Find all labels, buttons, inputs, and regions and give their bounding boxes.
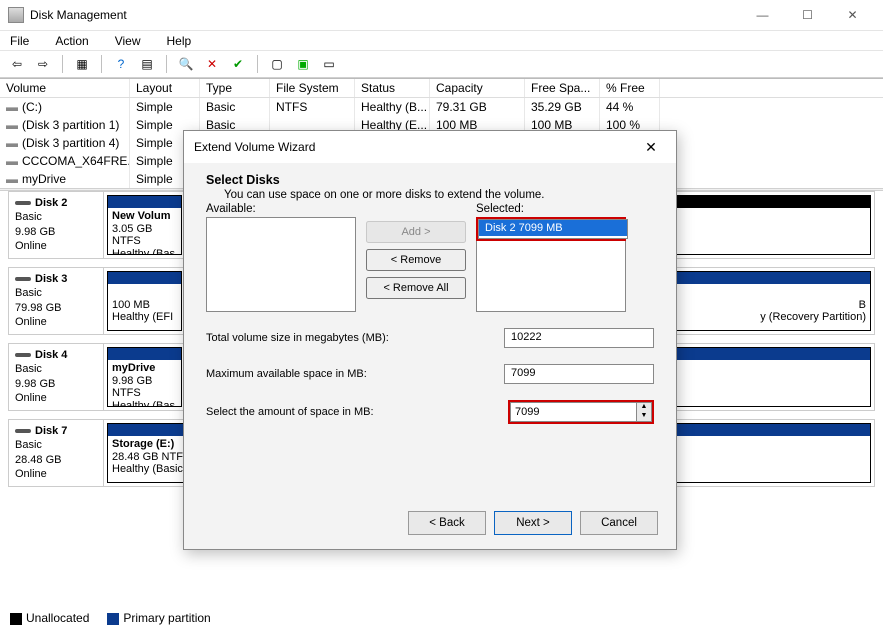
new-icon[interactable]: ▢ <box>266 53 288 75</box>
selected-list-rest[interactable] <box>476 241 626 312</box>
maximize-button[interactable]: ☐ <box>785 1 830 29</box>
action-icon[interactable]: ▣ <box>292 53 314 75</box>
col-status[interactable]: Status <box>355 79 430 97</box>
menubar: File Action View Help <box>0 30 883 50</box>
total-size-value: 10222 <box>504 328 654 348</box>
properties-icon[interactable]: ▭ <box>318 53 340 75</box>
menu-file[interactable]: File <box>6 32 33 50</box>
partition[interactable]: New Volum 3.05 GB NTFS Healthy (Bas <box>107 195 182 255</box>
extend-volume-dialog: Extend Volume Wizard ✕ Select Disks You … <box>183 130 677 550</box>
max-space-label: Maximum available space in MB: <box>206 368 367 380</box>
menu-help[interactable]: Help <box>163 32 196 50</box>
remove-button[interactable]: < Remove <box>366 249 466 271</box>
selected-list[interactable]: Disk 2 7099 MB <box>478 219 628 239</box>
menu-view[interactable]: View <box>111 32 145 50</box>
forward-icon[interactable]: ⇨ <box>32 53 54 75</box>
selected-label: Selected: <box>476 203 626 215</box>
col-free[interactable]: Free Spa... <box>525 79 600 97</box>
vol-name: (C:) <box>0 98 130 116</box>
delete-icon[interactable]: ✕ <box>201 53 223 75</box>
swatch-primary <box>107 613 119 625</box>
disk-icon <box>15 429 31 433</box>
dialog-titlebar: Extend Volume Wizard ✕ <box>184 131 676 163</box>
available-label: Available: <box>206 203 356 215</box>
app-icon <box>8 7 24 23</box>
spin-up-icon[interactable]: ▲ <box>637 403 651 412</box>
col-type[interactable]: Type <box>200 79 270 97</box>
close-button[interactable]: ✕ <box>830 1 875 29</box>
window-title: Disk Management <box>30 8 740 22</box>
swatch-unallocated <box>10 613 22 625</box>
col-layout[interactable]: Layout <box>130 79 200 97</box>
col-fs[interactable]: File System <box>270 79 355 97</box>
remove-all-button[interactable]: < Remove All <box>366 277 466 299</box>
max-space-value: 7099 <box>504 364 654 384</box>
dialog-heading: Select Disks <box>206 173 654 187</box>
disk-icon <box>15 277 31 281</box>
cancel-button[interactable]: Cancel <box>580 511 658 535</box>
table-row[interactable]: (C:) Simple Basic NTFS Healthy (B... 79.… <box>0 98 883 116</box>
disk-icon <box>15 201 31 205</box>
spin-down-icon[interactable]: ▼ <box>637 412 651 421</box>
calendar-icon[interactable]: ▤ <box>136 53 158 75</box>
amount-label: Select the amount of space in MB: <box>206 406 374 418</box>
table-header: Volume Layout Type File System Status Ca… <box>0 79 883 98</box>
col-pct[interactable]: % Free <box>600 79 660 97</box>
check-icon[interactable]: ✔ <box>227 53 249 75</box>
col-capacity[interactable]: Capacity <box>430 79 525 97</box>
partition[interactable]: myDrive 9.98 GB NTFS Healthy (Bas <box>107 347 182 407</box>
minimize-button[interactable]: — <box>740 1 785 29</box>
next-button[interactable]: Next > <box>494 511 572 535</box>
dialog-title: Extend Volume Wizard <box>194 140 636 154</box>
amount-spinner[interactable]: ▲ ▼ <box>508 400 654 424</box>
titlebar: Disk Management — ☐ ✕ <box>0 0 883 30</box>
dialog-subtext: You can use space on one or more disks t… <box>206 187 654 201</box>
col-volume[interactable]: Volume <box>0 79 130 97</box>
available-list[interactable] <box>206 217 356 312</box>
help-icon[interactable]: ? <box>110 53 132 75</box>
back-icon[interactable]: ⇦ <box>6 53 28 75</box>
toolbar: ⇦ ⇨ ▦ ? ▤ 🔍 ✕ ✔ ▢ ▣ ▭ <box>0 50 883 78</box>
dialog-close-button[interactable]: ✕ <box>636 139 666 156</box>
legend: Unallocated Primary partition <box>10 611 211 625</box>
partition[interactable]: 100 MB Healthy (EFI <box>107 271 182 331</box>
view-icon[interactable]: ▦ <box>71 53 93 75</box>
refresh-icon[interactable]: 🔍 <box>175 53 197 75</box>
total-size-label: Total volume size in megabytes (MB): <box>206 332 389 344</box>
selected-item[interactable]: Disk 2 7099 MB <box>479 220 627 236</box>
menu-action[interactable]: Action <box>51 32 92 50</box>
amount-input[interactable] <box>510 402 636 422</box>
add-button[interactable]: Add > <box>366 221 466 243</box>
back-button[interactable]: < Back <box>408 511 486 535</box>
disk-icon <box>15 353 31 357</box>
